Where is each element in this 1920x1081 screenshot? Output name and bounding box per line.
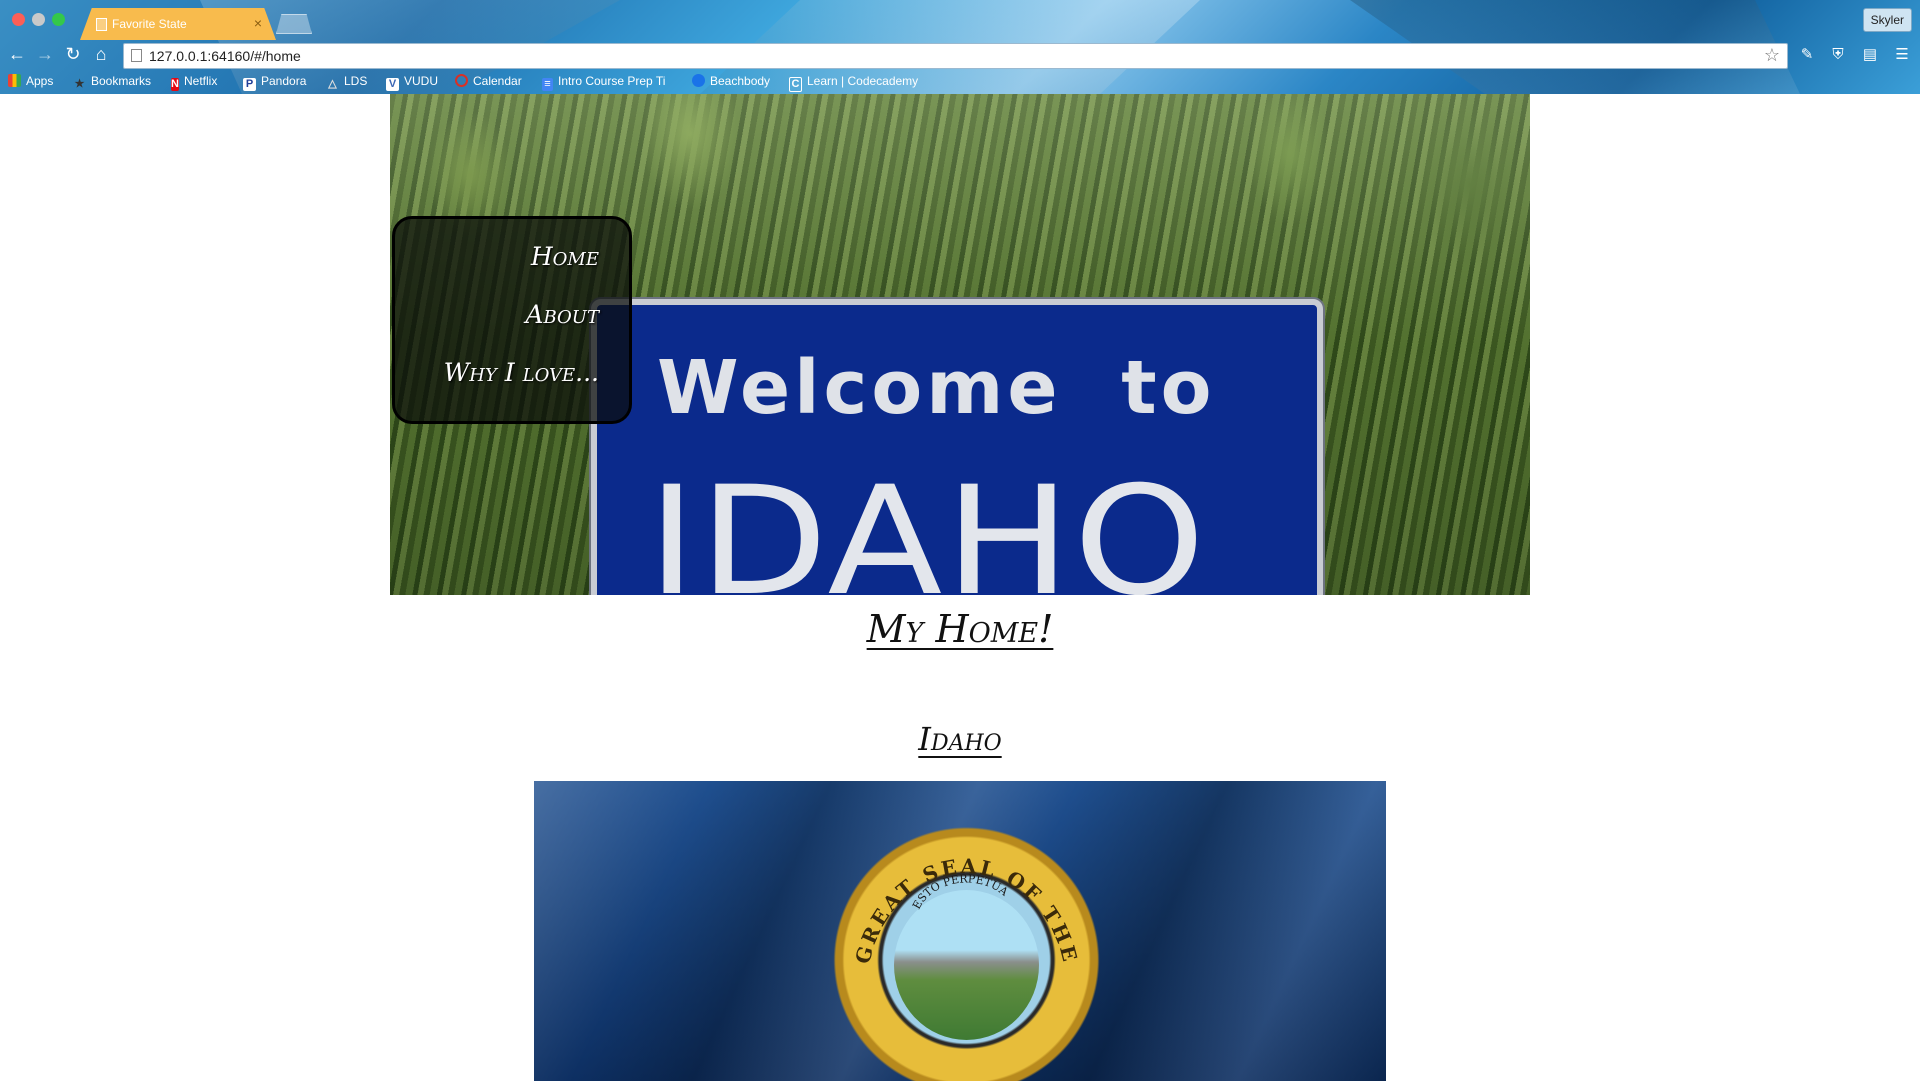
bookmark-netflix[interactable]: N Netflix — [171, 72, 218, 91]
home-icon[interactable]: ⌂ — [90, 43, 112, 65]
tab-favorite-state[interactable]: Favorite State × — [80, 8, 276, 40]
vudu-icon: V — [386, 78, 399, 91]
bookmark-intro-course[interactable]: ≡ Intro Course Prep Ti — [542, 72, 666, 91]
forward-arrow-icon[interactable]: → — [34, 43, 56, 65]
pen-extension-icon[interactable]: ✎ — [1797, 45, 1817, 65]
star-icon: ★ — [74, 78, 85, 90]
page-icon — [131, 49, 142, 62]
bookmark-apps[interactable]: Apps — [8, 72, 53, 90]
apps-grid-icon — [8, 74, 21, 87]
pandora-icon: P — [243, 78, 256, 91]
bookmark-calendar[interactable]: Calendar — [455, 72, 522, 90]
bookmark-label: VUDU — [404, 74, 439, 88]
bookmark-pandora[interactable]: P Pandora — [243, 72, 307, 91]
minimize-window-button[interactable] — [32, 13, 45, 26]
bookmark-label: LDS — [344, 74, 368, 88]
shield-icon[interactable]: ⛨ — [1828, 45, 1848, 65]
tab-title: Favorite State — [112, 17, 187, 31]
state-seal: GREAT SEAL OF THE STATE OF IDAHO ESTO PE… — [824, 795, 1109, 1081]
bookmark-lds[interactable]: △ LDS — [326, 72, 367, 90]
netflix-icon: N — [171, 78, 179, 91]
profile-button[interactable]: Skyler — [1862, 8, 1912, 32]
bookmark-label: Apps — [26, 74, 54, 88]
state-heading: Idaho — [0, 720, 1920, 758]
nav-link-about[interactable]: About — [525, 300, 599, 329]
bookmark-label: Intro Course Prep Ti — [558, 74, 666, 88]
bookmark-label: Bookmarks — [91, 74, 152, 88]
nav-link-home[interactable]: Home — [531, 242, 599, 271]
tab-close-icon[interactable]: × — [254, 15, 262, 31]
page-title: My Home! — [0, 607, 1920, 651]
nav-link-why[interactable]: Why I love... — [444, 358, 599, 387]
address-bar[interactable]: 127.0.0.1:64160/#/home ☆ — [123, 43, 1788, 69]
bookmarks-bar: Apps ★ Bookmarks N Netflix P Pandora △ LDS V… — [0, 70, 1920, 92]
new-tab-button[interactable] — [276, 14, 312, 34]
seal-ring: GREAT SEAL OF THE STATE OF IDAHO ESTO PE… — [824, 795, 1080, 967]
bookmark-star-icon[interactable]: ☆ — [1764, 45, 1780, 66]
title-bar: Favorite State × Skyler — [0, 0, 1920, 42]
lds-icon: △ — [328, 78, 337, 90]
page-content: Welcome to IDAHO Home About Why I love..… — [0, 94, 1920, 1081]
welcome-sign: Welcome to IDAHO — [591, 299, 1323, 595]
state-heading-text: Idaho — [918, 720, 1002, 758]
codecademy-icon: C — [789, 77, 802, 92]
sign-line-state: IDAHO — [647, 455, 1208, 595]
cast-icon[interactable]: ▤ — [1860, 45, 1880, 65]
menu-icon[interactable]: ☰ — [1892, 45, 1912, 65]
browser-chrome: Favorite State × Skyler ← → ↻ ⌂ 127.0.0.… — [0, 0, 1920, 94]
bookmark-vudu[interactable]: V VUDU — [386, 72, 439, 91]
bookmark-label: Pandora — [261, 74, 307, 88]
bookmark-label: Beachbody — [710, 74, 771, 88]
bookmark-bookmarks[interactable]: ★ Bookmarks — [73, 72, 151, 90]
close-window-button[interactable] — [12, 13, 25, 26]
back-arrow-icon[interactable]: ← — [6, 43, 28, 65]
bookmark-label: Calendar — [473, 74, 522, 88]
calendar-icon — [455, 74, 468, 87]
state-flag-image: GREAT SEAL OF THE STATE OF IDAHO ESTO PE… — [534, 781, 1386, 1081]
maximize-window-button[interactable] — [52, 13, 65, 26]
toolbar: ← → ↻ ⌂ 127.0.0.1:64160/#/home ☆ ✎ ⛨ ▤ ☰ — [0, 42, 1920, 69]
url-text[interactable]: 127.0.0.1:64160/#/home — [149, 48, 301, 64]
bookmark-codecademy[interactable]: C Learn | Codecademy — [789, 72, 919, 92]
bookmark-label: Netflix — [184, 74, 218, 88]
beachbody-icon — [692, 74, 705, 87]
nav-menu: Home About Why I love... — [392, 216, 632, 424]
bookmark-label: Learn | Codecademy — [807, 74, 919, 88]
bookmark-beachbody[interactable]: Beachbody — [692, 72, 770, 90]
page-title-text: My Home! — [866, 607, 1054, 651]
document-icon: ≡ — [542, 78, 553, 91]
reload-icon[interactable]: ↻ — [62, 43, 84, 65]
page-icon — [96, 18, 107, 31]
sign-line-welcome: Welcome to — [657, 345, 1216, 431]
